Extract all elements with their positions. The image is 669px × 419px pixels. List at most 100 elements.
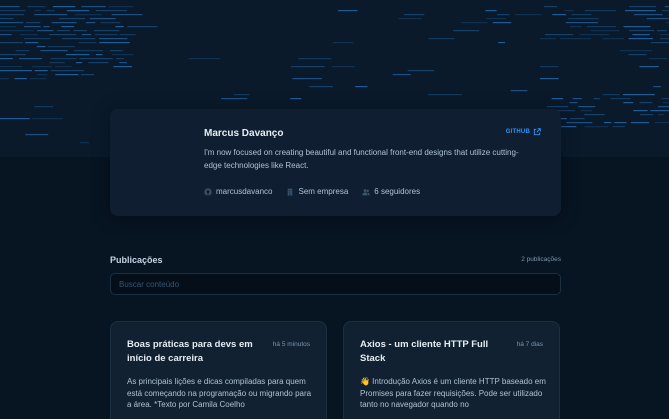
- code-line-decoration: [593, 98, 600, 100]
- code-line-decoration: [453, 30, 479, 32]
- code-line-decoration: [629, 30, 655, 32]
- code-line-decoration: [0, 14, 24, 16]
- code-line-decoration: [614, 122, 627, 124]
- code-line-decoration: [24, 38, 51, 40]
- profile-card: Marcus Davanço GITHUB I'm now focused on…: [110, 109, 561, 216]
- code-line-decoration: [112, 54, 134, 56]
- code-line-decoration: [292, 78, 322, 80]
- code-line-decoration: [579, 34, 609, 36]
- code-line-decoration: [0, 10, 26, 12]
- code-line-decoration: [650, 110, 669, 112]
- code-line-decoration: [569, 102, 578, 104]
- github-icon: [204, 187, 212, 196]
- code-line-decoration: [27, 6, 46, 8]
- code-line-decoration: [620, 50, 653, 52]
- code-line-decoration: [547, 106, 569, 108]
- code-line-decoration: [25, 134, 49, 136]
- code-line-decoration: [24, 26, 41, 28]
- post-card[interactable]: Boas práticas para devs em início de car…: [110, 321, 327, 419]
- post-time: há 5 minutos: [272, 341, 310, 348]
- code-line-decoration: [632, 34, 650, 36]
- github-link[interactable]: GITHUB: [506, 128, 541, 136]
- code-line-decoration: [0, 78, 9, 80]
- code-line-decoration: [587, 26, 616, 28]
- code-line-decoration: [498, 42, 505, 44]
- code-line-decoration: [628, 54, 647, 56]
- code-line-decoration: [62, 38, 96, 40]
- code-line-decoration: [646, 18, 669, 20]
- code-line-decoration: [657, 30, 667, 32]
- code-line-decoration: [99, 42, 130, 44]
- code-line-decoration: [49, 62, 65, 64]
- code-line-decoration: [32, 118, 63, 120]
- code-line-decoration: [0, 70, 32, 72]
- code-line-decoration: [0, 42, 23, 44]
- building-icon: [288, 188, 293, 196]
- code-line-decoration: [94, 34, 118, 36]
- code-line-decoration: [25, 22, 41, 24]
- code-line-decoration: [61, 26, 75, 28]
- code-line-decoration: [602, 94, 620, 96]
- code-line-decoration: [332, 66, 355, 68]
- code-line-decoration: [584, 10, 617, 12]
- code-line-decoration: [551, 98, 563, 100]
- code-line-decoration: [639, 102, 653, 104]
- code-line-decoration: [569, 26, 582, 28]
- code-line-decoration: [40, 50, 68, 52]
- code-line-decoration: [94, 30, 120, 32]
- code-line-decoration: [100, 22, 121, 24]
- code-line-decoration: [663, 102, 669, 104]
- code-line-decoration: [539, 78, 559, 80]
- code-line-decoration: [661, 10, 669, 12]
- code-line-decoration: [628, 38, 653, 40]
- code-line-decoration: [81, 34, 92, 36]
- post-excerpt: 👋 Introdução Axios é um cliente HTTP bas…: [360, 377, 546, 409]
- code-line-decoration: [657, 114, 665, 116]
- code-line-decoration: [99, 38, 128, 40]
- post-excerpt: As principais lições e dicas compiladas …: [127, 377, 312, 409]
- code-line-decoration: [580, 110, 592, 112]
- code-line-decoration: [639, 66, 659, 68]
- code-line-decoration: [127, 26, 158, 28]
- code-line-decoration: [89, 18, 116, 20]
- code-line-decoration: [73, 50, 103, 52]
- code-line-decoration: [610, 98, 631, 100]
- code-line-decoration: [612, 126, 625, 128]
- code-line-decoration: [572, 98, 582, 100]
- code-line-decoration: [661, 98, 669, 100]
- code-line-decoration: [76, 62, 83, 64]
- code-line-decoration: [233, 94, 250, 96]
- profile-bio: I'm now focused on creating beautiful an…: [204, 148, 519, 170]
- code-line-decoration: [544, 34, 574, 36]
- code-line-decoration: [0, 6, 20, 8]
- code-line-decoration: [55, 66, 72, 68]
- code-line-decoration: [15, 50, 30, 52]
- code-line-decoration: [486, 18, 506, 20]
- company-text: Sem empresa: [298, 187, 349, 196]
- post-card[interactable]: Axios - um cliente HTTP Full Stack há 7 …: [343, 321, 560, 419]
- code-line-decoration: [34, 14, 68, 16]
- code-line-decoration: [398, 18, 422, 20]
- code-line-decoration: [96, 54, 103, 56]
- code-line-decoration: [584, 114, 605, 116]
- code-line-decoration: [497, 14, 510, 16]
- code-line-decoration: [650, 42, 669, 44]
- code-line-decoration: [0, 30, 34, 32]
- code-line-decoration: [332, 42, 354, 44]
- profile-name: Marcus Davanço: [204, 128, 284, 139]
- code-line-decoration: [659, 34, 669, 36]
- code-line-decoration: [73, 30, 88, 32]
- post-time: há 7 dias: [516, 341, 543, 348]
- code-line-decoration: [664, 6, 669, 8]
- avatar: [126, 125, 198, 197]
- code-line-decoration: [392, 74, 411, 76]
- code-line-decoration: [108, 6, 134, 8]
- code-line-decoration: [0, 58, 13, 60]
- code-line-decoration: [0, 54, 26, 56]
- code-line-decoration: [634, 14, 663, 16]
- code-line-decoration: [629, 6, 657, 8]
- code-line-decoration: [584, 126, 609, 128]
- code-line-decoration: [116, 58, 124, 60]
- search-input[interactable]: [110, 273, 561, 295]
- code-line-decoration: [540, 38, 556, 40]
